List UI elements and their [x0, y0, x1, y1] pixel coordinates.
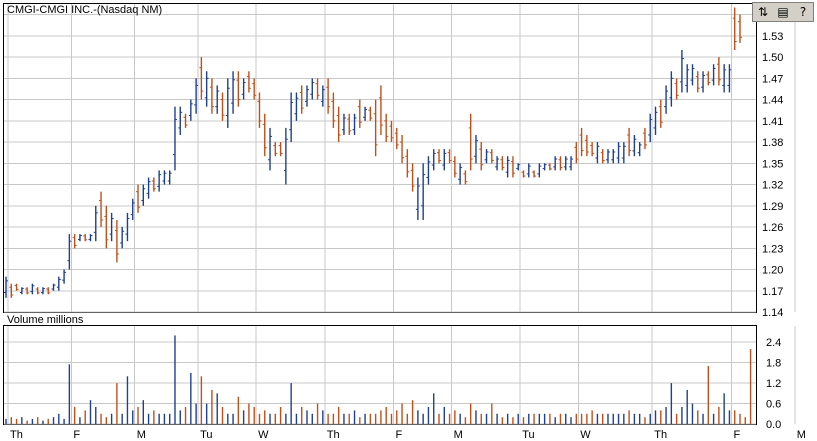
volume-label: Volume millions [7, 314, 84, 326]
x-tick-label: F [395, 429, 402, 441]
x-tick-label: Tu [200, 429, 212, 441]
price-tick-label: 1.35 [762, 158, 783, 170]
price-tick-label: 1.38 [762, 137, 783, 149]
price-tick-label: 1.14 [762, 307, 783, 319]
refresh-icon[interactable]: ⇅ [755, 4, 771, 20]
price-tick-label: 1.41 [762, 116, 783, 128]
x-tick-label: W [258, 429, 269, 441]
price-axis: 1.561.531.501.471.441.411.381.351.321.29… [762, 10, 783, 319]
volume-tick-label: 2.4 [766, 337, 781, 349]
volume-tick-label: 0.0 [766, 419, 781, 431]
price-volume-chart: 1.561.531.501.471.441.411.381.351.321.29… [3, 3, 806, 441]
price-tick-label: 1.32 [762, 180, 783, 192]
properties-icon[interactable]: ▤ [775, 4, 791, 20]
x-tick-label: M [454, 429, 463, 441]
price-tick-label: 1.17 [762, 286, 783, 298]
price-tick-label: 1.26 [762, 222, 783, 234]
x-axis: ThFMTuWThFMTuWThFMTuW [10, 429, 806, 441]
volume-tick-label: 1.2 [766, 378, 781, 390]
x-tick-label: F [73, 429, 80, 441]
price-tick-label: 1.29 [762, 201, 783, 213]
price-tick-label: 1.44 [762, 95, 783, 107]
chart-title: CMGI-CMGI INC.-(Nasdaq NM) [7, 4, 162, 16]
x-tick-label: Th [10, 429, 23, 441]
price-tick-label: 1.20 [762, 265, 783, 277]
price-tick-label: 1.53 [762, 31, 783, 43]
volume-tick-label: 1.8 [766, 358, 781, 370]
x-tick-label: F [733, 429, 740, 441]
x-tick-label: Tu [522, 429, 534, 441]
price-tick-label: 1.23 [762, 243, 783, 255]
chart-toolbar: ⇅ ▤ ? [752, 2, 814, 22]
x-tick-label: M [137, 429, 146, 441]
x-tick-label: M [797, 429, 806, 441]
volume-axis: 2.4 1.8 1.2 0.6 0.0 [766, 337, 781, 431]
volume-tick-label: 0.6 [766, 399, 781, 411]
price-panel [3, 3, 757, 313]
price-tick-label: 1.47 [762, 73, 783, 85]
x-tick-label: Th [654, 429, 667, 441]
x-tick-label: W [580, 429, 591, 441]
help-icon[interactable]: ? [795, 4, 811, 20]
price-tick-label: 1.50 [762, 52, 783, 64]
x-tick-label: Th [327, 429, 340, 441]
